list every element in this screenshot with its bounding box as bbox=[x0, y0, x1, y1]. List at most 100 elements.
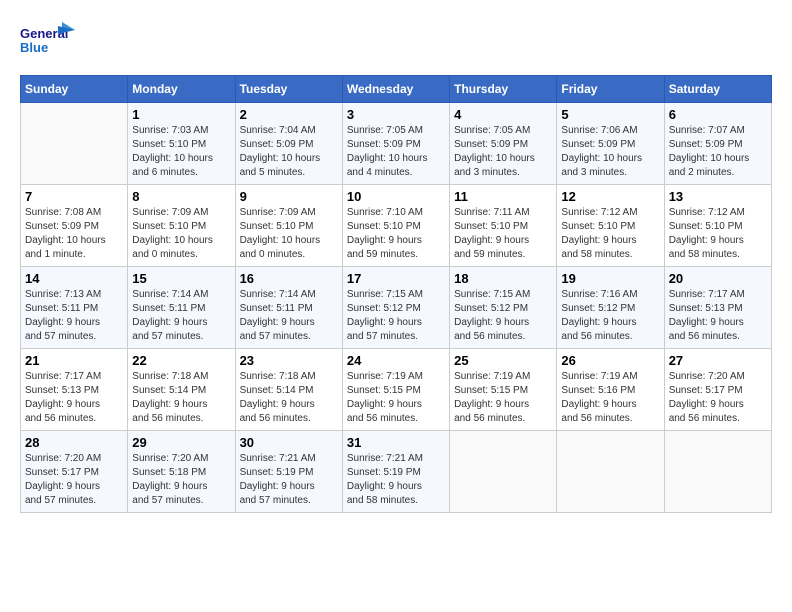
calendar-day-cell bbox=[450, 431, 557, 513]
day-info: Sunrise: 7:20 AM Sunset: 5:17 PM Dayligh… bbox=[669, 370, 767, 426]
calendar-day-cell: 26 Sunrise: 7:19 AM Sunset: 5:16 PM Dayli… bbox=[557, 349, 664, 431]
calendar-day-cell: 29 Sunrise: 7:20 AM Sunset: 5:18 PM Dayli… bbox=[128, 431, 235, 513]
calendar-day-cell: 15 Sunrise: 7:14 AM Sunset: 5:11 PM Dayli… bbox=[128, 267, 235, 349]
day-number: 11 bbox=[454, 189, 552, 204]
day-number: 2 bbox=[240, 107, 338, 122]
calendar-day-cell: 10 Sunrise: 7:10 AM Sunset: 5:10 PM Dayli… bbox=[342, 185, 449, 267]
day-number: 15 bbox=[132, 271, 230, 286]
day-info: Sunrise: 7:07 AM Sunset: 5:09 PM Dayligh… bbox=[669, 124, 767, 180]
day-number: 29 bbox=[132, 435, 230, 450]
day-info: Sunrise: 7:18 AM Sunset: 5:14 PM Dayligh… bbox=[132, 370, 230, 426]
weekday-header-cell: Friday bbox=[557, 76, 664, 103]
day-number: 13 bbox=[669, 189, 767, 204]
day-info: Sunrise: 7:17 AM Sunset: 5:13 PM Dayligh… bbox=[669, 288, 767, 344]
calendar-week-row: 21 Sunrise: 7:17 AM Sunset: 5:13 PM Dayli… bbox=[21, 349, 772, 431]
weekday-header-cell: Thursday bbox=[450, 76, 557, 103]
day-info: Sunrise: 7:13 AM Sunset: 5:11 PM Dayligh… bbox=[25, 288, 123, 344]
day-info: Sunrise: 7:17 AM Sunset: 5:13 PM Dayligh… bbox=[25, 370, 123, 426]
day-number: 21 bbox=[25, 353, 123, 368]
calendar-day-cell: 22 Sunrise: 7:18 AM Sunset: 5:14 PM Dayli… bbox=[128, 349, 235, 431]
logo: GeneralBlue bbox=[20, 20, 75, 65]
day-info: Sunrise: 7:11 AM Sunset: 5:10 PM Dayligh… bbox=[454, 206, 552, 262]
day-number: 30 bbox=[240, 435, 338, 450]
day-number: 7 bbox=[25, 189, 123, 204]
calendar-day-cell: 18 Sunrise: 7:15 AM Sunset: 5:12 PM Dayli… bbox=[450, 267, 557, 349]
day-number: 27 bbox=[669, 353, 767, 368]
day-number: 1 bbox=[132, 107, 230, 122]
day-info: Sunrise: 7:21 AM Sunset: 5:19 PM Dayligh… bbox=[347, 452, 445, 508]
day-number: 28 bbox=[25, 435, 123, 450]
day-info: Sunrise: 7:16 AM Sunset: 5:12 PM Dayligh… bbox=[561, 288, 659, 344]
day-number: 18 bbox=[454, 271, 552, 286]
svg-text:Blue: Blue bbox=[20, 40, 48, 55]
calendar-day-cell: 16Sunrise: 7:14 AM Sunset: 5:11 PM Dayli… bbox=[235, 267, 342, 349]
day-info: Sunrise: 7:18 AM Sunset: 5:14 PM Dayligh… bbox=[240, 370, 338, 426]
calendar-day-cell bbox=[21, 103, 128, 185]
day-info: Sunrise: 7:20 AM Sunset: 5:18 PM Dayligh… bbox=[132, 452, 230, 508]
day-info: Sunrise: 7:15 AM Sunset: 5:12 PM Dayligh… bbox=[454, 288, 552, 344]
calendar-day-cell: 20 Sunrise: 7:17 AM Sunset: 5:13 PM Dayli… bbox=[664, 267, 771, 349]
weekday-header-cell: Wednesday bbox=[342, 76, 449, 103]
calendar-day-cell: 9 Sunrise: 7:09 AM Sunset: 5:10 PM Daylig… bbox=[235, 185, 342, 267]
weekday-header-cell: Sunday bbox=[21, 76, 128, 103]
calendar-day-cell: 13Sunrise: 7:12 AM Sunset: 5:10 PM Dayli… bbox=[664, 185, 771, 267]
weekday-header-cell: Monday bbox=[128, 76, 235, 103]
day-number: 5 bbox=[561, 107, 659, 122]
day-number: 25 bbox=[454, 353, 552, 368]
day-number: 10 bbox=[347, 189, 445, 204]
calendar-week-row: 14 Sunrise: 7:13 AM Sunset: 5:11 PM Dayli… bbox=[21, 267, 772, 349]
calendar-day-cell: 2 Sunrise: 7:04 AM Sunset: 5:09 PM Daylig… bbox=[235, 103, 342, 185]
day-info: Sunrise: 7:20 AM Sunset: 5:17 PM Dayligh… bbox=[25, 452, 123, 508]
day-info: Sunrise: 7:09 AM Sunset: 5:10 PM Dayligh… bbox=[240, 206, 338, 262]
calendar-day-cell: 31 Sunrise: 7:21 AM Sunset: 5:19 PM Dayli… bbox=[342, 431, 449, 513]
day-info: Sunrise: 7:15 AM Sunset: 5:12 PM Dayligh… bbox=[347, 288, 445, 344]
day-info: Sunrise: 7:12 AM Sunset: 5:10 PM Dayligh… bbox=[561, 206, 659, 262]
calendar-day-cell: 17 Sunrise: 7:15 AM Sunset: 5:12 PM Dayli… bbox=[342, 267, 449, 349]
day-number: 23 bbox=[240, 353, 338, 368]
calendar-day-cell: 1 Sunrise: 7:03 AM Sunset: 5:10 PM Daylig… bbox=[128, 103, 235, 185]
day-info: Sunrise: 7:19 AM Sunset: 5:15 PM Dayligh… bbox=[347, 370, 445, 426]
day-number: 26 bbox=[561, 353, 659, 368]
day-number: 24 bbox=[347, 353, 445, 368]
calendar-week-row: 28 Sunrise: 7:20 AM Sunset: 5:17 PM Dayli… bbox=[21, 431, 772, 513]
calendar-day-cell: 7 Sunrise: 7:08 AM Sunset: 5:09 PM Daylig… bbox=[21, 185, 128, 267]
day-info: Sunrise: 7:05 AM Sunset: 5:09 PM Dayligh… bbox=[454, 124, 552, 180]
day-info: Sunrise: 7:10 AM Sunset: 5:10 PM Dayligh… bbox=[347, 206, 445, 262]
calendar-day-cell: 12Sunrise: 7:12 AM Sunset: 5:10 PM Dayli… bbox=[557, 185, 664, 267]
calendar-day-cell: 4 Sunrise: 7:05 AM Sunset: 5:09 PM Daylig… bbox=[450, 103, 557, 185]
calendar-day-cell: 24 Sunrise: 7:19 AM Sunset: 5:15 PM Dayli… bbox=[342, 349, 449, 431]
day-number: 22 bbox=[132, 353, 230, 368]
day-info: Sunrise: 7:14 AM Sunset: 5:11 PM Dayligh… bbox=[240, 288, 338, 344]
calendar-day-cell: 3 Sunrise: 7:05 AM Sunset: 5:09 PM Daylig… bbox=[342, 103, 449, 185]
day-number: 14 bbox=[25, 271, 123, 286]
calendar-day-cell: 25 Sunrise: 7:19 AM Sunset: 5:15 PM Dayli… bbox=[450, 349, 557, 431]
day-number: 19 bbox=[561, 271, 659, 286]
calendar-day-cell: 8Sunrise: 7:09 AM Sunset: 5:10 PM Daylig… bbox=[128, 185, 235, 267]
calendar-day-cell: 21 Sunrise: 7:17 AM Sunset: 5:13 PM Dayli… bbox=[21, 349, 128, 431]
weekday-header-cell: Saturday bbox=[664, 76, 771, 103]
calendar-day-cell: 19 Sunrise: 7:16 AM Sunset: 5:12 PM Dayli… bbox=[557, 267, 664, 349]
calendar-day-cell: 5 Sunrise: 7:06 AM Sunset: 5:09 PM Daylig… bbox=[557, 103, 664, 185]
day-number: 31 bbox=[347, 435, 445, 450]
calendar-day-cell: 14 Sunrise: 7:13 AM Sunset: 5:11 PM Dayli… bbox=[21, 267, 128, 349]
calendar-day-cell: 27 Sunrise: 7:20 AM Sunset: 5:17 PM Dayli… bbox=[664, 349, 771, 431]
day-number: 20 bbox=[669, 271, 767, 286]
page-header: GeneralBlue bbox=[20, 20, 772, 65]
day-info: Sunrise: 7:06 AM Sunset: 5:09 PM Dayligh… bbox=[561, 124, 659, 180]
day-info: Sunrise: 7:08 AM Sunset: 5:09 PM Dayligh… bbox=[25, 206, 123, 262]
calendar-table: SundayMondayTuesdayWednesdayThursdayFrid… bbox=[20, 75, 772, 513]
day-info: Sunrise: 7:05 AM Sunset: 5:09 PM Dayligh… bbox=[347, 124, 445, 180]
calendar-body: 1 Sunrise: 7:03 AM Sunset: 5:10 PM Daylig… bbox=[21, 103, 772, 513]
day-number: 4 bbox=[454, 107, 552, 122]
day-info: Sunrise: 7:19 AM Sunset: 5:16 PM Dayligh… bbox=[561, 370, 659, 426]
day-info: Sunrise: 7:04 AM Sunset: 5:09 PM Dayligh… bbox=[240, 124, 338, 180]
calendar-day-cell bbox=[664, 431, 771, 513]
day-info: Sunrise: 7:03 AM Sunset: 5:10 PM Dayligh… bbox=[132, 124, 230, 180]
calendar-week-row: 1 Sunrise: 7:03 AM Sunset: 5:10 PM Daylig… bbox=[21, 103, 772, 185]
day-info: Sunrise: 7:19 AM Sunset: 5:15 PM Dayligh… bbox=[454, 370, 552, 426]
day-number: 3 bbox=[347, 107, 445, 122]
day-number: 17 bbox=[347, 271, 445, 286]
calendar-day-cell: 23 Sunrise: 7:18 AM Sunset: 5:14 PM Dayli… bbox=[235, 349, 342, 431]
day-info: Sunrise: 7:14 AM Sunset: 5:11 PM Dayligh… bbox=[132, 288, 230, 344]
day-number: 9 bbox=[240, 189, 338, 204]
